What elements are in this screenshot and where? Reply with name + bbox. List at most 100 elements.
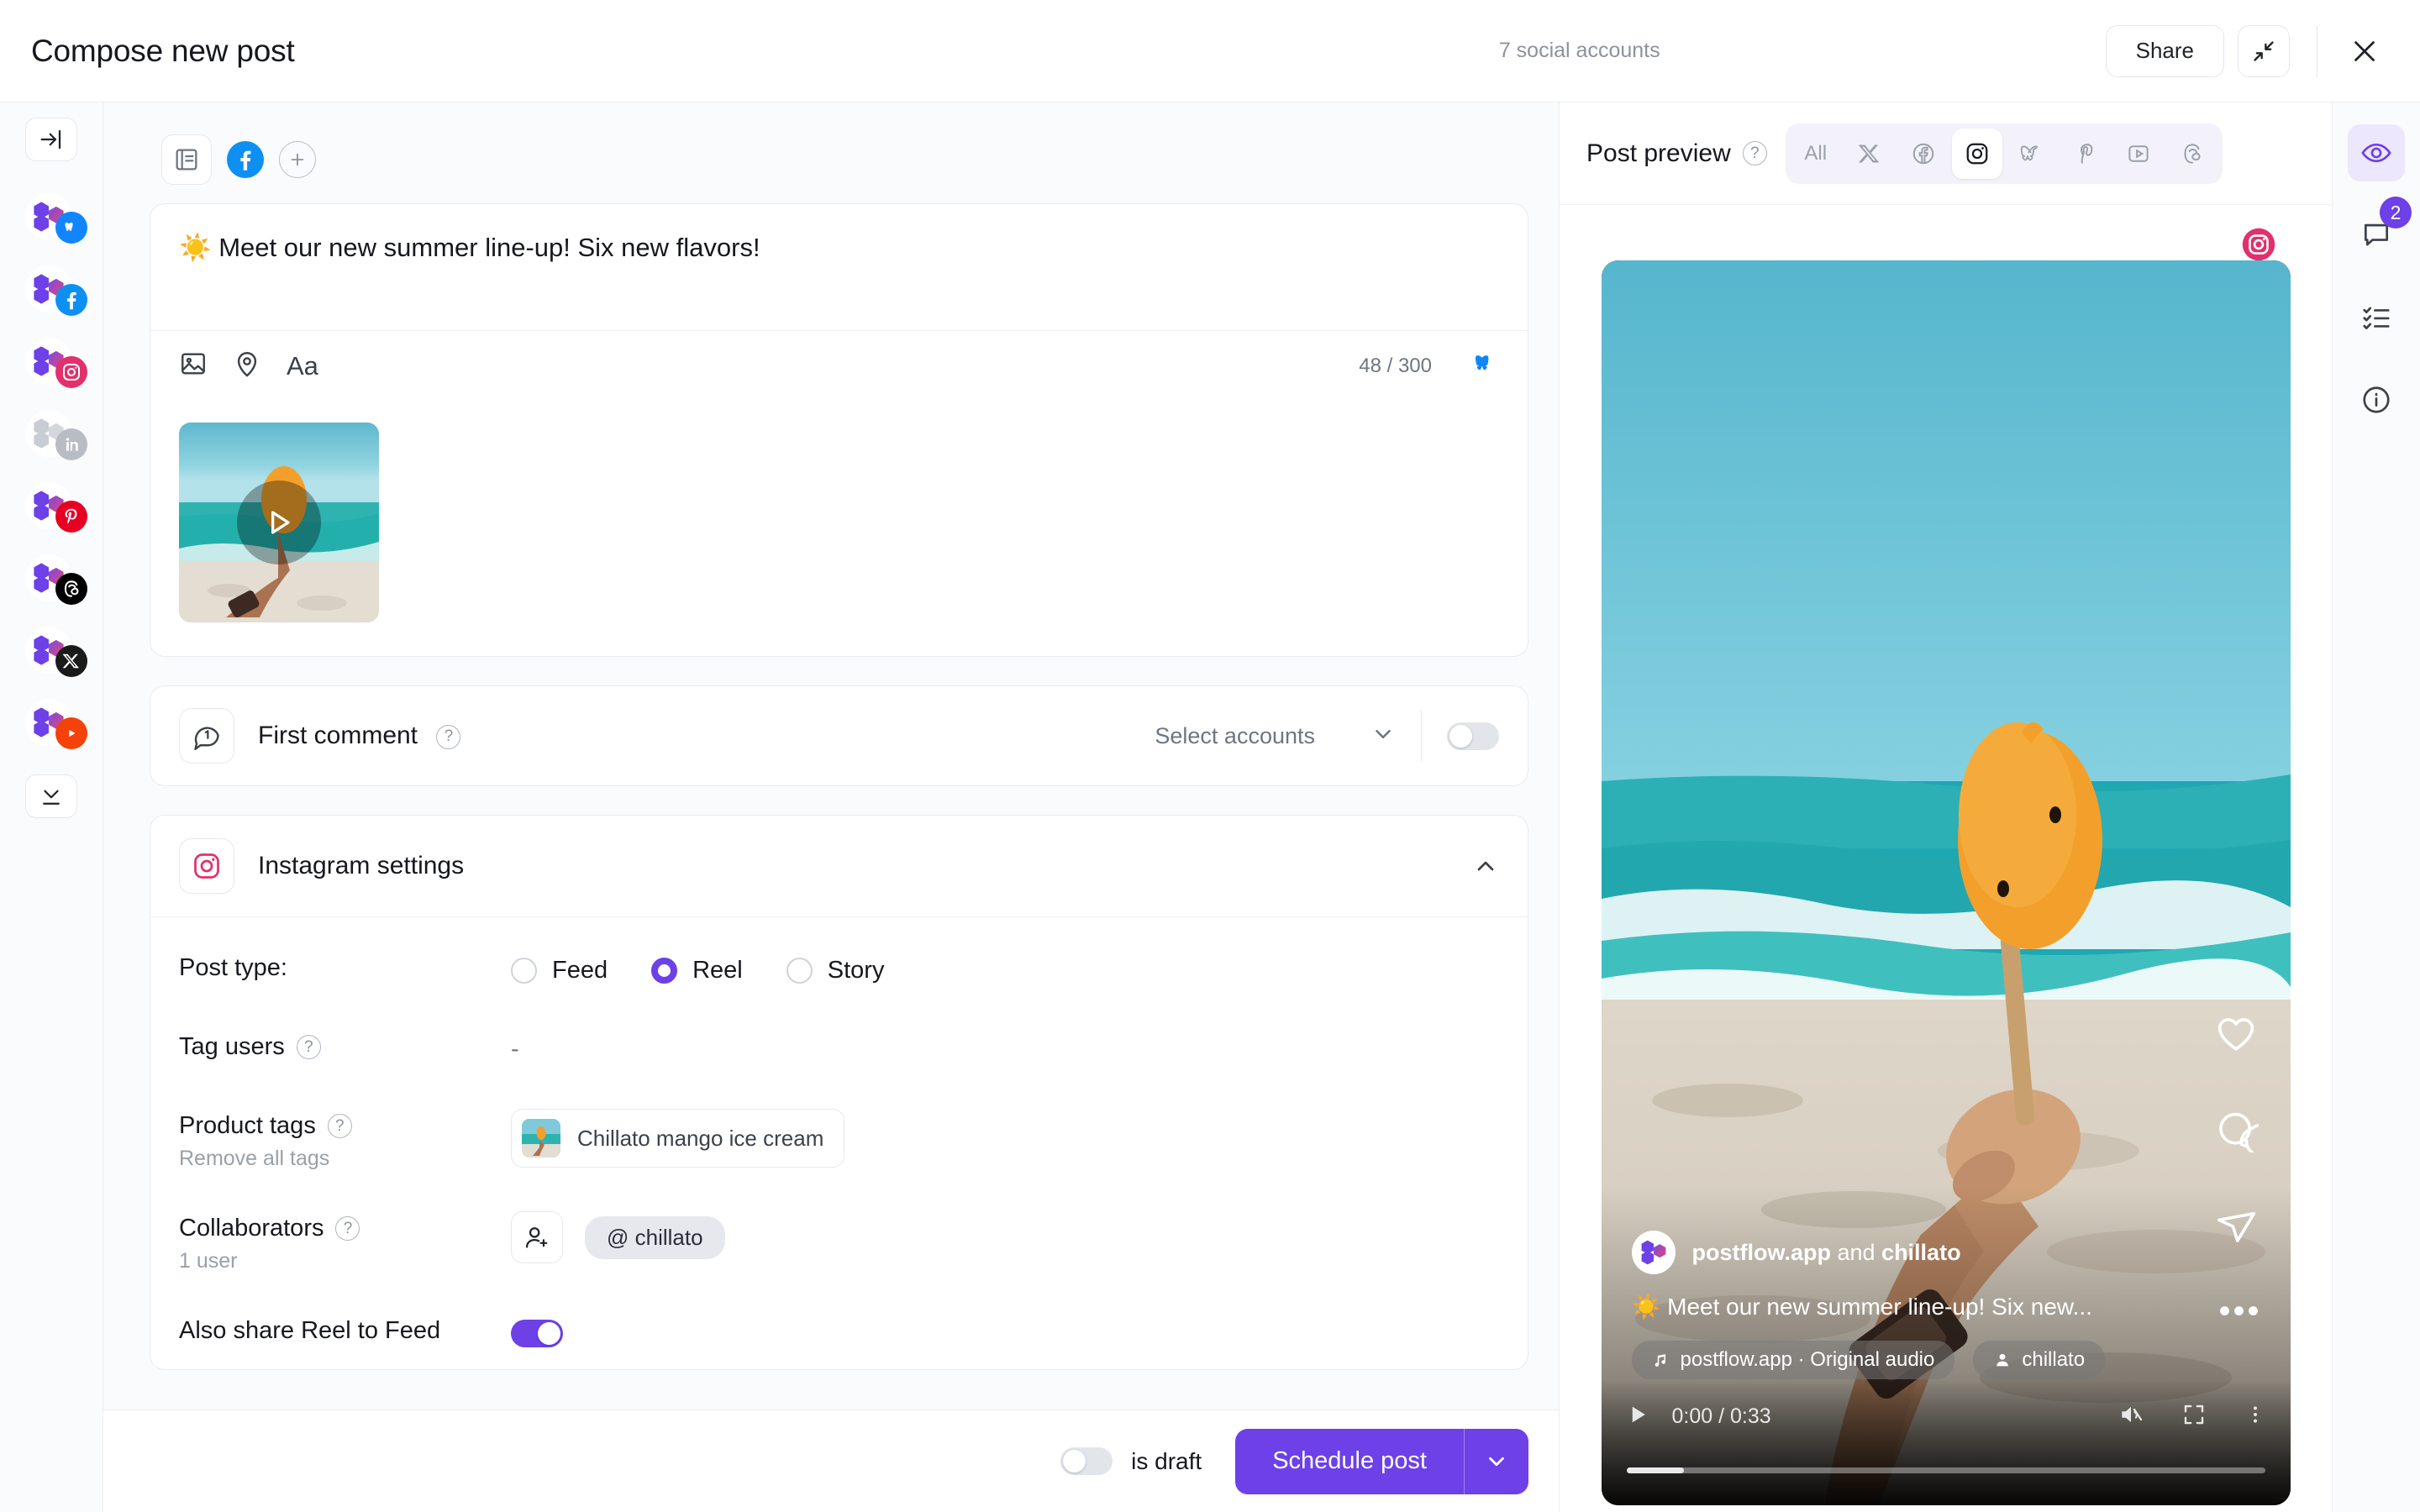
post-text-editor[interactable]: ☀️ Meet our new summer line-up! Six new … [150,204,1528,330]
tab-all-label: All [1804,141,1828,165]
reel-author-names: postflow.app and chillato [1692,1240,1961,1266]
share-button[interactable]: Share [2105,24,2224,77]
select-accounts-input[interactable]: Select accounts [1155,723,1315,749]
share-reel-label: Also share Reel to Feed [179,1317,441,1344]
video-play-button[interactable] [1625,1402,1650,1431]
radio-label: Feed [552,956,608,984]
product-tags-value: Chillato mango ice cream [511,1109,1499,1168]
add-collaborator-button[interactable] [511,1211,563,1263]
account-threads[interactable] [25,554,87,605]
platform-badge-linkedin [55,428,87,460]
global-content-tab[interactable] [161,134,212,185]
tab-instagram[interactable] [1951,128,2002,179]
video-thumbnail[interactable] [179,423,379,622]
more-vertical-icon [2253,1406,2257,1423]
product-tag-name: Chillato mango ice cream [577,1125,824,1151]
instagram-settings-header[interactable]: Instagram settings [150,816,1528,916]
video-mute-button[interactable] [2118,1401,2144,1432]
add-variant-button[interactable] [279,141,316,178]
video-fullscreen-button[interactable] [2181,1402,2207,1431]
reel-caption-block: postflow.app and chillato ☀️ Meet our ne… [1631,1231,2198,1379]
play-icon [1632,1406,1645,1423]
instagram-settings-collapse[interactable] [1472,853,1499,879]
account-instagram[interactable] [25,338,87,388]
music-note-icon [1655,1354,1665,1367]
is-draft-toggle[interactable] [1060,1447,1113,1475]
tab-threads[interactable] [2167,129,2217,179]
account-linkedin[interactable] [25,410,87,460]
account-pinterest[interactable] [25,482,87,533]
facebook-variant-tab[interactable] [227,141,264,178]
share-button[interactable] [2213,1204,2259,1253]
radio-label: Reel [692,956,743,984]
toggle-knob [1449,724,1472,748]
preview-tool-button[interactable] [2348,124,2405,181]
insert-image-button[interactable] [179,349,208,382]
video-menu-button[interactable] [2244,1403,2267,1431]
composer-variant-tabs [150,128,1528,192]
help-icon[interactable]: ? [1742,141,1767,165]
reel-more-button[interactable]: ••• [2218,1293,2261,1331]
tagged-user-pill[interactable]: chillato [1973,1341,2106,1379]
audio-pill[interactable]: postflow.app · Original audio [1631,1341,1955,1379]
tab-youtube[interactable] [2113,129,2164,179]
radio-dot [651,957,678,984]
tab-pinterest[interactable] [2060,129,2110,179]
preview-column: Post preview ? All ••• postflow.app and … [1559,102,2332,1512]
tab-all[interactable]: All [1791,129,1841,179]
first-comment-toggle[interactable] [1447,722,1499,750]
text-format-button[interactable]: Aa [287,351,318,381]
editor-toolbar: Aa 48 / 300 [150,330,1528,401]
tab-x[interactable] [1844,129,1895,179]
document-icon [176,149,197,171]
info-tool-button[interactable] [2348,371,2405,428]
platform-badge-instagram [55,356,87,388]
account-bluesky[interactable] [25,193,87,244]
account-youtube[interactable] [25,699,87,749]
remove-all-tags-link[interactable]: Remove all tags [179,1147,511,1171]
collaborator-chip[interactable]: @ chillato [585,1215,725,1259]
schedule-options-button[interactable] [1465,1429,1528,1494]
collapse-rail-button[interactable] [25,118,77,161]
video-progress-fill [1626,1467,1684,1473]
product-tags-row: Product tags ? Remove all tags Chillato … [150,1109,1528,1171]
product-tag-chip[interactable]: Chillato mango ice cream [511,1109,845,1168]
help-icon[interactable]: ? [327,1114,352,1138]
video-controls-row: 0:00 / 0:33 [1625,1401,2267,1432]
checklist-tool-button[interactable] [2348,289,2405,346]
page-title: Compose new post [31,33,295,68]
help-icon[interactable]: ? [436,724,461,749]
reel-caption: ☀️ Meet our new summer line-up! Six new.… [1631,1294,2092,1320]
like-button[interactable] [2213,1011,2259,1060]
collapse-dialog-button[interactable] [2238,24,2290,77]
info-icon [2363,386,2390,413]
video-progress-bar[interactable] [1626,1467,2265,1473]
volume-muted-icon [2121,1406,2142,1423]
schedule-post-button[interactable]: Schedule post [1235,1429,1464,1494]
chevron-down-line-icon [43,790,60,805]
social-accounts-count: 7 social accounts [1498,39,1660,62]
comment-button[interactable] [2213,1107,2279,1158]
avatar [1631,1231,1676,1274]
first-comment-controls: Select accounts [1155,711,1499,761]
bluesky-icon [2020,144,2038,160]
account-facebook[interactable] [25,265,87,316]
help-icon[interactable]: ? [296,1035,321,1059]
select-accounts-chevron[interactable] [1370,722,1396,751]
tools-rail: 2 [2332,102,2420,1512]
post-type-option-story[interactable]: Story [786,957,884,984]
tab-bluesky[interactable] [2006,129,2056,179]
is-draft-label: is draft [1131,1447,1202,1474]
post-type-option-feed[interactable]: Feed [511,957,608,984]
share-reel-toggle[interactable] [511,1319,563,1347]
insert-location-button[interactable] [233,349,261,382]
comments-tool-button[interactable]: 2 [2348,197,2412,264]
account-x[interactable] [25,627,87,677]
show-more-accounts-button[interactable] [25,774,77,818]
play-overlay-button[interactable] [237,480,321,564]
help-icon[interactable]: ? [335,1216,360,1241]
post-type-option-reel[interactable]: Reel [651,957,743,984]
tab-facebook[interactable] [1898,129,1949,179]
close-dialog-button[interactable] [2339,26,2390,76]
preview-platform-tabs: All [1785,123,2223,184]
